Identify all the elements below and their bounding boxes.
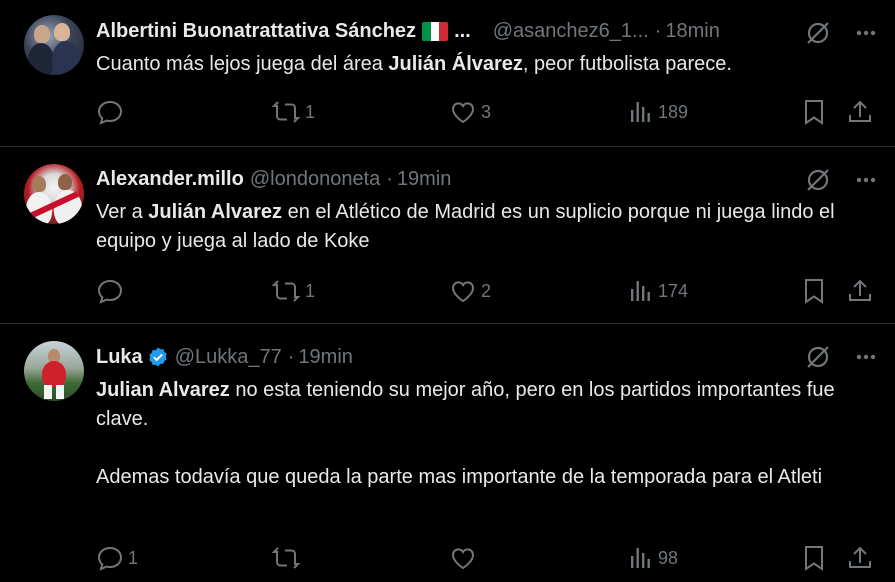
share-button[interactable]	[846, 97, 874, 127]
bookmark-icon	[805, 546, 823, 571]
tweet-3[interactable]: Luka @Lukka_77 · 19min Julian Alvarez no…	[0, 324, 895, 582]
italy-flag-icon	[422, 21, 449, 41]
share-icon	[849, 279, 871, 301]
share-icon	[849, 546, 871, 568]
tweet-text: Julian Alvarez no esta teniendo su mejor…	[96, 376, 865, 492]
paragraph: Julian Alvarez no esta teniendo su mejor…	[96, 376, 865, 434]
action-bar: 1 98	[96, 543, 875, 573]
like-icon	[451, 548, 475, 570]
views-count: 174	[658, 280, 689, 301]
like-button[interactable]: 3	[449, 97, 491, 127]
reply-icon	[97, 279, 123, 304]
retweet-count: 1	[305, 101, 316, 122]
views-count: 189	[658, 101, 689, 122]
bold-mention: Julián Álvarez	[388, 53, 523, 75]
bold-mention: Julian Alvarez	[96, 379, 230, 401]
retweet-icon	[271, 547, 301, 569]
retweet-icon	[271, 280, 301, 302]
reply-button[interactable]: 1	[96, 543, 138, 573]
author-handle[interactable]: @asanchez6_1...	[493, 20, 649, 43]
grok-icon[interactable]	[805, 344, 831, 370]
views-button[interactable]: 189	[626, 97, 688, 127]
like-button[interactable]: 2	[449, 276, 491, 306]
grok-icon[interactable]	[805, 167, 831, 193]
verified-badge-icon	[147, 346, 169, 368]
reply-button[interactable]	[96, 97, 128, 127]
separator-dot: ·	[654, 19, 662, 42]
views-button[interactable]: 174	[626, 276, 688, 306]
grok-icon[interactable]	[805, 20, 831, 46]
text-segment: Ver a	[96, 201, 149, 223]
separator-dot: ·	[386, 167, 393, 190]
text-segment: , peor futbolista parece.	[522, 53, 732, 75]
author-name[interactable]: Albertini Buonatrattativa Sánchez	[96, 20, 416, 43]
author-handle[interactable]: @londononeta	[250, 168, 380, 191]
views-button[interactable]: 98	[626, 543, 678, 573]
name-ellipsis: ...	[454, 19, 471, 42]
share-icon	[849, 100, 871, 122]
tweet-2[interactable]: Alexander.millo @londononeta · 19min Ver…	[0, 147, 895, 323]
views-count: 98	[658, 547, 679, 568]
retweet-button[interactable]	[271, 543, 305, 573]
timestamp[interactable]: 19min	[397, 168, 451, 191]
avatar[interactable]	[24, 15, 84, 75]
bookmark-button[interactable]	[802, 543, 826, 573]
retweet-icon	[271, 101, 301, 123]
more-icon[interactable]	[855, 169, 877, 191]
views-icon	[631, 548, 650, 568]
bold-mention: Julián Alvarez	[148, 201, 283, 223]
tweet-text: Ver a Julián Alvarez en el Atlético de M…	[96, 198, 865, 256]
tweet-text: Cuanto más lejos juega del área Julián Á…	[96, 50, 865, 79]
like-count: 3	[481, 101, 492, 122]
timestamp[interactable]: 19min	[298, 346, 352, 369]
more-icon[interactable]	[855, 22, 877, 44]
tweet-1[interactable]: Albertini Buonatrattativa Sánchez ... @a…	[0, 0, 895, 146]
share-button[interactable]	[846, 276, 874, 306]
reply-count: 1	[128, 547, 139, 568]
separator-dot: ·	[287, 345, 295, 368]
views-icon	[631, 281, 650, 301]
author-name[interactable]: Alexander.millo	[96, 168, 244, 191]
text-segment: Cuanto más lejos juega del área	[96, 53, 389, 75]
author-handle[interactable]: @Lukka_77	[175, 346, 282, 369]
views-icon	[631, 102, 650, 122]
retweet-count: 1	[305, 280, 316, 301]
bookmark-button[interactable]	[802, 97, 826, 127]
more-icon[interactable]	[855, 346, 877, 368]
like-icon	[451, 281, 475, 303]
author-name[interactable]: Luka	[96, 346, 143, 369]
avatar[interactable]	[24, 164, 84, 224]
action-bar: 1 2 174	[96, 276, 875, 306]
like-count: 2	[481, 280, 492, 301]
like-button[interactable]	[449, 543, 481, 573]
action-bar: 1 3 189	[96, 97, 875, 127]
retweet-button[interactable]: 1	[271, 276, 315, 306]
share-button[interactable]	[846, 543, 874, 573]
reply-button[interactable]	[96, 276, 128, 306]
retweet-button[interactable]: 1	[271, 97, 315, 127]
reply-icon	[97, 100, 123, 125]
bookmark-icon	[805, 279, 823, 304]
reply-icon	[97, 546, 123, 571]
like-icon	[451, 102, 475, 124]
bookmark-icon	[805, 100, 823, 125]
paragraph: Ademas todavía que queda la parte mas im…	[96, 466, 823, 488]
avatar[interactable]	[24, 341, 84, 401]
timestamp[interactable]: 18min	[665, 20, 719, 43]
bookmark-button[interactable]	[802, 276, 826, 306]
